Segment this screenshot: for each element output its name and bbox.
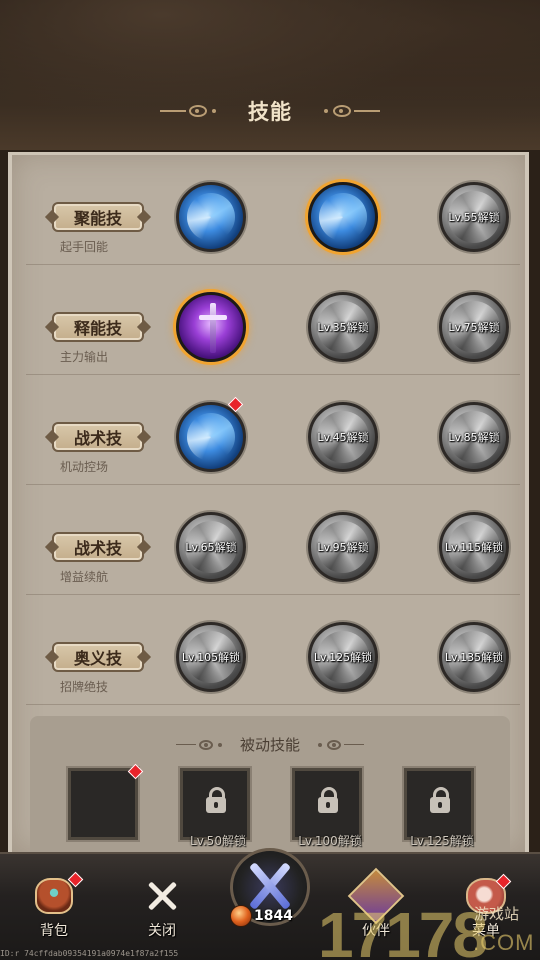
skill-category-subtitle: 主力输出 (60, 350, 109, 364)
locked-skill-slot[interactable]: Lv.35解锁 (308, 292, 378, 362)
passive-slot-locked[interactable]: Lv.125解锁 (404, 768, 474, 848)
power-emblem-button[interactable]: 1844 (222, 848, 320, 938)
skill-row: 奥义技招牌绝技 Lv.105解锁 Lv.125解锁 Lv.135解锁 (26, 595, 520, 705)
passive-unlock-label: Lv.50解锁 (190, 834, 246, 848)
passive-skills-section: 被动技能 Lv.50解锁 Lv.100解锁 Lv.125解锁 (30, 716, 510, 856)
unlock-level-label: Lv.35解锁 (317, 321, 369, 334)
unlock-level-label: Lv.65解锁 (185, 541, 237, 554)
locked-skill-slot[interactable]: Lv.85解锁 (439, 402, 509, 472)
lock-icon (430, 787, 450, 813)
unlock-level-label: Lv.135解锁 (444, 651, 504, 664)
skill-swirl-icon (187, 413, 235, 461)
skill-category-subtitle: 机动控场 (60, 460, 109, 474)
skill-row: 战术技增益续航 Lv.65解锁 Lv.95解锁 Lv.115解锁 (26, 485, 520, 595)
watermark-domain: .COM (473, 930, 535, 955)
nav-close-button[interactable]: 关闭 (122, 854, 202, 944)
build-id-text: ID:r 74cffdab09354191a0974e1f87a2f155 (0, 949, 179, 958)
passive-unlock-label: Lv.125解锁 (410, 834, 474, 848)
passive-title-bar: 被动技能 (30, 734, 510, 755)
skill-category-button[interactable]: 战术技 (52, 422, 144, 452)
unlock-level-label: Lv.95解锁 (317, 541, 369, 554)
skill-swirl-icon (319, 193, 367, 241)
passive-ornament-left (175, 739, 224, 750)
skill-swirl-icon (187, 193, 235, 241)
passive-slot-locked[interactable]: Lv.100解锁 (292, 768, 362, 848)
crossed-swords-icon (244, 858, 296, 914)
watermark-logo: 17178 (318, 899, 488, 960)
nav-bag-label: 背包 (40, 923, 68, 939)
locked-skill-slot[interactable]: Lv.75解锁 (439, 292, 509, 362)
locked-skill-slot[interactable]: Lv.125解锁 (308, 622, 378, 692)
power-score: 1844 (254, 908, 293, 924)
passive-slot-locked[interactable]: Lv.50解锁 (180, 768, 250, 848)
unlock-level-label: Lv.125解锁 (313, 651, 373, 664)
sword-guard (199, 315, 227, 320)
nav-bag-button[interactable]: 背包 (14, 854, 94, 944)
sword-icon (210, 303, 216, 353)
skill-category-subtitle: 招牌绝技 (60, 680, 109, 694)
title-bar: 技能 (0, 88, 540, 134)
locked-skill-slot[interactable]: Lv.45解锁 (308, 402, 378, 472)
unlock-level-label: Lv.85解锁 (448, 431, 500, 444)
passive-ornament-right (316, 739, 364, 750)
skill-category-button[interactable]: 聚能技 (52, 202, 144, 232)
watermark-site: 游戏站 (474, 905, 520, 923)
title-ornament-right (322, 105, 380, 117)
nav-close-label: 关闭 (148, 923, 176, 939)
skill-row: 聚能技起手回能 Lv.55解锁 (26, 155, 520, 265)
locked-skill-slot[interactable]: Lv.55解锁 (439, 182, 509, 252)
skill-row: 释能技主力输出 Lv.35解锁 Lv.75解锁 (26, 265, 520, 375)
locked-skill-slot[interactable]: Lv.105解锁 (176, 622, 246, 692)
locked-skill-slot[interactable]: Lv.115解锁 (439, 512, 509, 582)
bag-icon (35, 878, 73, 914)
lock-icon (206, 787, 226, 813)
unlock-level-label: Lv.75解锁 (448, 321, 500, 334)
skill-slot[interactable] (176, 402, 246, 472)
passive-title: 被动技能 (239, 736, 300, 754)
page-title: 技能 (248, 100, 292, 124)
locked-skill-slot[interactable]: Lv.95解锁 (308, 512, 378, 582)
unlock-level-label: Lv.105解锁 (181, 651, 241, 664)
skill-category-subtitle: 起手回能 (60, 240, 109, 254)
skill-slot[interactable] (176, 292, 246, 362)
skill-category-button[interactable]: 释能技 (52, 312, 144, 342)
title-ornament-left (160, 105, 218, 117)
skill-slot[interactable] (308, 182, 378, 252)
passive-unlock-label: Lv.100解锁 (298, 834, 362, 848)
unlock-level-label: Lv.45解锁 (317, 431, 369, 444)
unlock-level-label: Lv.115解锁 (444, 541, 504, 554)
locked-skill-slot[interactable]: Lv.135解锁 (439, 622, 509, 692)
unlock-level-label: Lv.55解锁 (448, 211, 500, 224)
skill-category-button[interactable]: 奥义技 (52, 642, 144, 672)
skill-slot[interactable] (176, 182, 246, 252)
passive-slot[interactable] (68, 768, 138, 840)
power-gem-icon (230, 905, 252, 927)
skill-row: 战术技机动控场 Lv.45解锁 Lv.85解锁 (26, 375, 520, 485)
skill-category-button[interactable]: 战术技 (52, 532, 144, 562)
locked-skill-slot[interactable]: Lv.65解锁 (176, 512, 246, 582)
lock-icon (318, 787, 338, 813)
close-icon (144, 878, 180, 914)
skill-category-subtitle: 增益续航 (60, 570, 109, 584)
